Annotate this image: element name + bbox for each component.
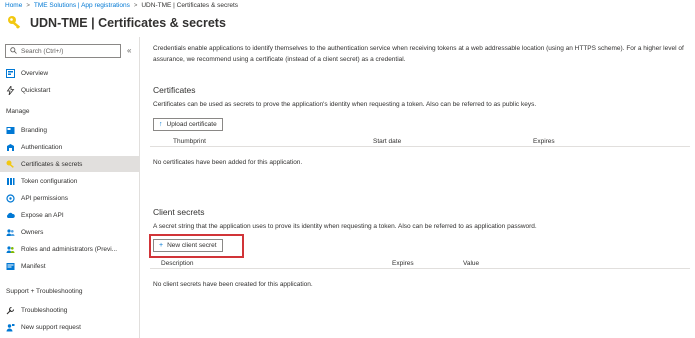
cloud-icon: [6, 211, 15, 220]
sidebar-item-label: Quickstart: [21, 86, 51, 94]
breadcrumb-current: UDN-TME | Certificates & secrets: [141, 2, 239, 9]
collapse-sidebar-button[interactable]: «: [127, 46, 131, 55]
wrench-icon: [6, 306, 15, 315]
sidebar-item-label: Manifest: [21, 262, 46, 270]
search-icon: [10, 46, 17, 56]
sidebar-item-token-configuration[interactable]: Token configuration: [0, 173, 139, 189]
client-secrets-table-header: Description Expires Value: [150, 259, 690, 269]
sidebar-item-label: Troubleshooting: [21, 306, 68, 314]
client-secrets-empty-message: No client secrets have been created for …: [153, 281, 313, 288]
authentication-icon: [6, 143, 15, 152]
sidebar-item-certificates-secrets[interactable]: Certificates & secrets: [0, 156, 139, 172]
sidebar-item-manifest[interactable]: Manifest: [0, 258, 139, 274]
support-heading: Support + Troubleshooting: [6, 288, 83, 295]
breadcrumb-app-registrations[interactable]: TME Solutions | App registrations: [34, 2, 130, 9]
new-client-secret-label: New client secret: [167, 242, 217, 249]
sidebar-item-label: API permissions: [21, 194, 68, 202]
sidebar-item-label: Expose an API: [21, 211, 64, 219]
upload-certificate-label: Upload certificate: [166, 121, 217, 128]
upload-certificate-button[interactable]: ↑ Upload certificate: [153, 118, 223, 131]
column-expires[interactable]: Expires: [392, 260, 414, 267]
breadcrumb: Home > TME Solutions | App registrations…: [5, 1, 238, 10]
sidebar-item-label: New support request: [21, 323, 81, 331]
manifest-icon: [6, 262, 15, 271]
sidebar-item-label: Owners: [21, 228, 44, 236]
client-secrets-title: Client secrets: [153, 207, 205, 217]
overview-icon: [6, 68, 15, 78]
certificates-description: Certificates can be used as secrets to p…: [153, 101, 537, 108]
owners-icon: [6, 228, 15, 237]
key-icon: [6, 14, 24, 32]
sidebar-item-api-permissions[interactable]: API permissions: [0, 190, 139, 206]
column-expires[interactable]: Expires: [533, 138, 555, 145]
sidebar-item-label: Certificates & secrets: [21, 160, 83, 168]
column-value[interactable]: Value: [463, 260, 479, 267]
intro-text: Credentials enable applications to ident…: [153, 45, 684, 63]
quickstart-icon: [6, 85, 15, 95]
sidebar-item-label: Overview: [21, 69, 49, 77]
upload-icon: ↑: [159, 121, 163, 128]
api-permissions-icon: [6, 193, 15, 203]
token-icon: [6, 177, 15, 186]
plus-icon: +: [159, 242, 164, 249]
certificates-title: Certificates: [153, 85, 196, 95]
new-client-secret-button[interactable]: + New client secret: [153, 239, 223, 252]
sidebar-item-label: Roles and administrators (Previ...: [21, 245, 118, 253]
sidebar-item-expose-api[interactable]: Expose an API: [0, 207, 139, 223]
support-icon: [6, 323, 15, 332]
client-secrets-description: A secret string that the application use…: [153, 223, 537, 230]
page-header: UDN-TME | Certificates & secrets: [6, 11, 226, 35]
sidebar-item-quickstart[interactable]: Quickstart: [0, 82, 139, 98]
sidebar-item-new-support-request[interactable]: New support request: [0, 319, 139, 335]
sidebar-item-label: Branding: [21, 126, 48, 134]
sidebar-item-owners[interactable]: Owners: [0, 224, 139, 240]
certificates-empty-message: No certificates have been added for this…: [153, 159, 303, 166]
sidebar-item-label: Token configuration: [21, 177, 78, 185]
search-box[interactable]: [5, 44, 121, 58]
sidebar-item-overview[interactable]: Overview: [0, 65, 139, 81]
breadcrumb-separator: >: [26, 2, 30, 9]
key-icon: [6, 160, 15, 169]
breadcrumb-home[interactable]: Home: [5, 2, 22, 9]
search-input[interactable]: [21, 47, 117, 55]
sidebar-item-authentication[interactable]: Authentication: [0, 139, 139, 155]
sidebar-item-roles-administrators[interactable]: Roles and administrators (Previ...: [0, 241, 139, 257]
column-description[interactable]: Description: [161, 260, 194, 267]
sidebar-item-label: Authentication: [21, 143, 63, 151]
sidebar-item-troubleshooting[interactable]: Troubleshooting: [0, 302, 139, 318]
page-title: UDN-TME | Certificates & secrets: [30, 16, 226, 30]
manage-heading: Manage: [6, 108, 30, 115]
breadcrumb-separator: >: [133, 2, 138, 9]
sidebar: « Overview Quickstart Manage Branding Au…: [0, 37, 140, 338]
roles-icon: [6, 245, 15, 254]
branding-icon: [6, 126, 15, 135]
column-start-date[interactable]: Start date: [373, 138, 401, 145]
column-thumbprint[interactable]: Thumbprint: [173, 138, 206, 145]
certificates-table-header: Thumbprint Start date Expires: [150, 137, 690, 147]
sidebar-item-branding[interactable]: Branding: [0, 122, 139, 138]
